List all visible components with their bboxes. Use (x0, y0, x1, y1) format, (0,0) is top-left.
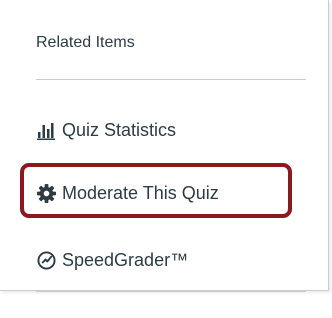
speedgrader-link[interactable]: SpeedGrader™ (36, 250, 188, 271)
related-items-heading: Related Items (36, 34, 135, 51)
related-items-panel: Related Items Quiz Statistics Moderate T… (0, 0, 329, 292)
gear-icon (36, 184, 56, 204)
quiz-statistics-label: Quiz Statistics (62, 120, 177, 140)
speedometer-icon (36, 251, 56, 271)
quiz-statistics-link[interactable]: Quiz Statistics (36, 120, 176, 141)
moderate-quiz-link[interactable]: Moderate This Quiz (36, 183, 219, 204)
moderate-quiz-label: Moderate This Quiz (62, 183, 219, 203)
bottom-divider (36, 291, 306, 292)
heading-divider (36, 79, 306, 80)
speedgrader-label: SpeedGrader™ (62, 250, 189, 270)
bar-chart-icon (36, 121, 56, 141)
